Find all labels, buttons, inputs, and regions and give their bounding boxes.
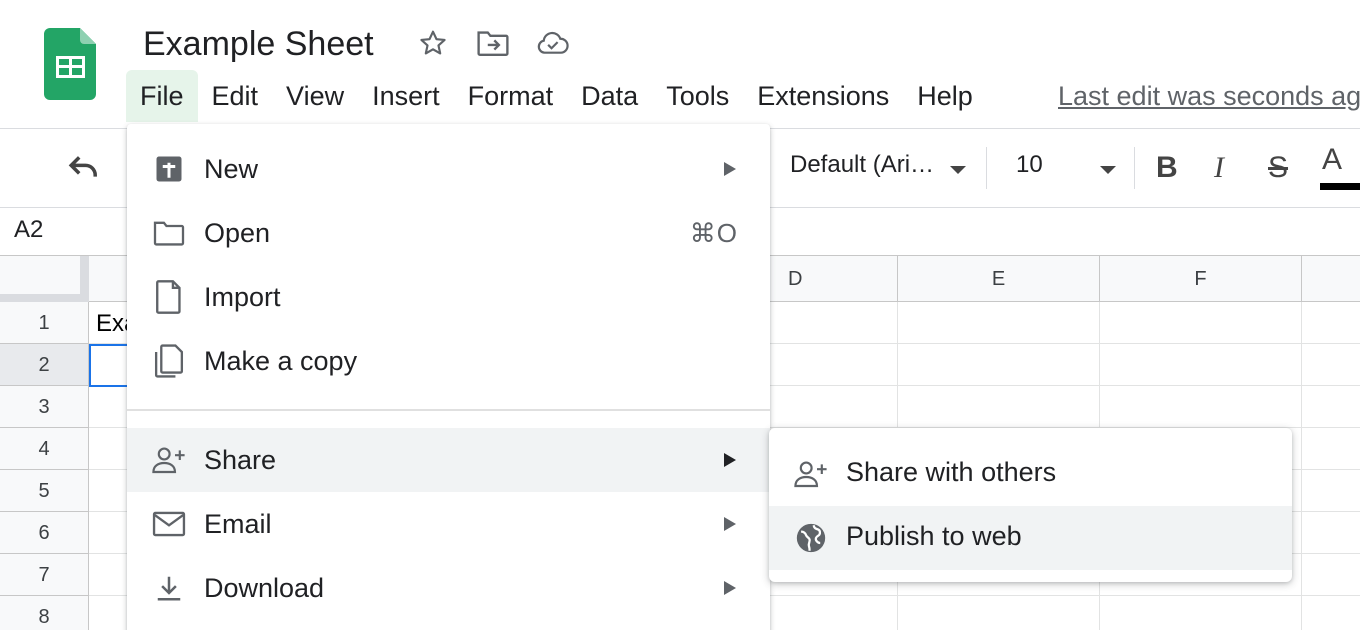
row-header-8[interactable]: 8 <box>0 596 89 630</box>
person-add-icon <box>793 456 829 492</box>
sheets-logo-icon[interactable] <box>44 28 96 100</box>
text-color-swatch <box>1320 183 1360 190</box>
menu-item-publish-to-web[interactable]: Publish to web <box>769 506 1292 570</box>
menu-format[interactable]: Format <box>454 70 568 122</box>
menu-item-label: Share <box>204 444 277 475</box>
row-header-1[interactable]: 1 <box>0 302 89 344</box>
menu-extensions[interactable]: Extensions <box>743 70 903 122</box>
strikethrough-button[interactable]: S <box>1268 151 1288 185</box>
share-submenu: Share with others Publish to web <box>769 428 1292 582</box>
folder-icon <box>151 215 187 251</box>
column-header-e[interactable]: E <box>898 256 1100 302</box>
person-add-icon <box>151 442 187 478</box>
menu-item-label: New <box>204 153 259 184</box>
row-header-7[interactable]: 7 <box>0 554 89 596</box>
menu-item-share[interactable]: Share <box>127 428 770 492</box>
menu-item-make-a-copy[interactable]: Make a copy <box>127 329 770 393</box>
menu-data[interactable]: Data <box>567 70 652 122</box>
submenu-arrow-icon <box>723 161 737 177</box>
mail-icon <box>151 506 187 542</box>
menu-item-label: Publish to web <box>846 521 1022 551</box>
freeze-handle-horizontal[interactable] <box>0 294 89 302</box>
document-title[interactable]: Example Sheet <box>143 22 374 66</box>
download-icon <box>151 570 187 606</box>
menu-item-label: Email <box>204 508 272 539</box>
menu-item-new[interactable]: New <box>127 137 770 201</box>
submenu-arrow-icon <box>723 580 737 596</box>
menu-insert[interactable]: Insert <box>358 70 454 122</box>
row-header-5[interactable]: 5 <box>0 470 89 512</box>
file-menu: New Open ⌘O Import Make a copy Share Ema… <box>127 124 770 630</box>
freeze-handle-vertical[interactable] <box>80 256 89 296</box>
menu-help[interactable]: Help <box>903 70 987 122</box>
last-edit-link[interactable]: Last edit was seconds ago <box>1058 74 1360 118</box>
menu-item-label: Import <box>204 281 281 312</box>
menu-item-import[interactable]: Import <box>127 265 770 329</box>
menu-item-label: Open <box>204 217 271 248</box>
new-sheet-icon <box>151 151 187 187</box>
toolbar-separator <box>1134 147 1135 189</box>
globe-icon <box>793 520 829 556</box>
menu-item-label: Make a copy <box>204 345 358 376</box>
bold-button[interactable]: B <box>1156 151 1178 185</box>
menu-item-share-with-others[interactable]: Share with others <box>769 442 1292 506</box>
row-header-2[interactable]: 2 <box>0 344 89 386</box>
menu-item-shortcut: ⌘O <box>689 217 738 248</box>
menu-bar: File Edit View Insert Format Data Tools … <box>126 70 987 122</box>
menu-item-download[interactable]: Download <box>127 556 770 620</box>
row-header-3[interactable]: 3 <box>0 386 89 428</box>
font-family-caret-icon[interactable] <box>948 163 968 181</box>
toolbar-separator <box>986 147 987 189</box>
menu-item-open[interactable]: Open ⌘O <box>127 201 770 265</box>
font-family-select[interactable]: Default (Ari… <box>790 151 934 179</box>
column-header-d[interactable]: D <box>770 256 898 302</box>
row-header-6[interactable]: 6 <box>0 512 89 554</box>
column-header-g[interactable] <box>1302 256 1360 302</box>
column-header-f[interactable]: F <box>1100 256 1302 302</box>
italic-button[interactable]: I <box>1214 151 1224 185</box>
menu-edit[interactable]: Edit <box>198 70 273 122</box>
copy-icon <box>151 343 187 379</box>
menu-item-label: Download <box>204 572 325 603</box>
menu-item-email[interactable]: Email <box>127 492 770 556</box>
submenu-arrow-icon <box>723 516 737 532</box>
menu-view[interactable]: View <box>272 70 358 122</box>
menu-tools[interactable]: Tools <box>652 70 743 122</box>
star-icon[interactable] <box>416 26 450 60</box>
grid-line <box>1301 302 1302 630</box>
font-size-caret-icon[interactable] <box>1098 163 1118 181</box>
menu-file[interactable]: File <box>126 70 198 122</box>
move-to-folder-icon[interactable] <box>476 26 510 60</box>
file-icon <box>151 279 187 315</box>
row-header-4[interactable]: 4 <box>0 428 89 470</box>
name-box[interactable]: A2 <box>14 216 43 244</box>
text-color-button[interactable]: A <box>1322 143 1342 177</box>
cloud-saved-icon[interactable] <box>536 26 570 60</box>
submenu-arrow-icon <box>723 452 737 468</box>
undo-icon[interactable] <box>64 151 104 187</box>
menu-item-label: Share with others <box>846 457 1057 487</box>
menu-separator <box>127 409 770 411</box>
font-size-select[interactable]: 10 <box>1016 151 1043 179</box>
